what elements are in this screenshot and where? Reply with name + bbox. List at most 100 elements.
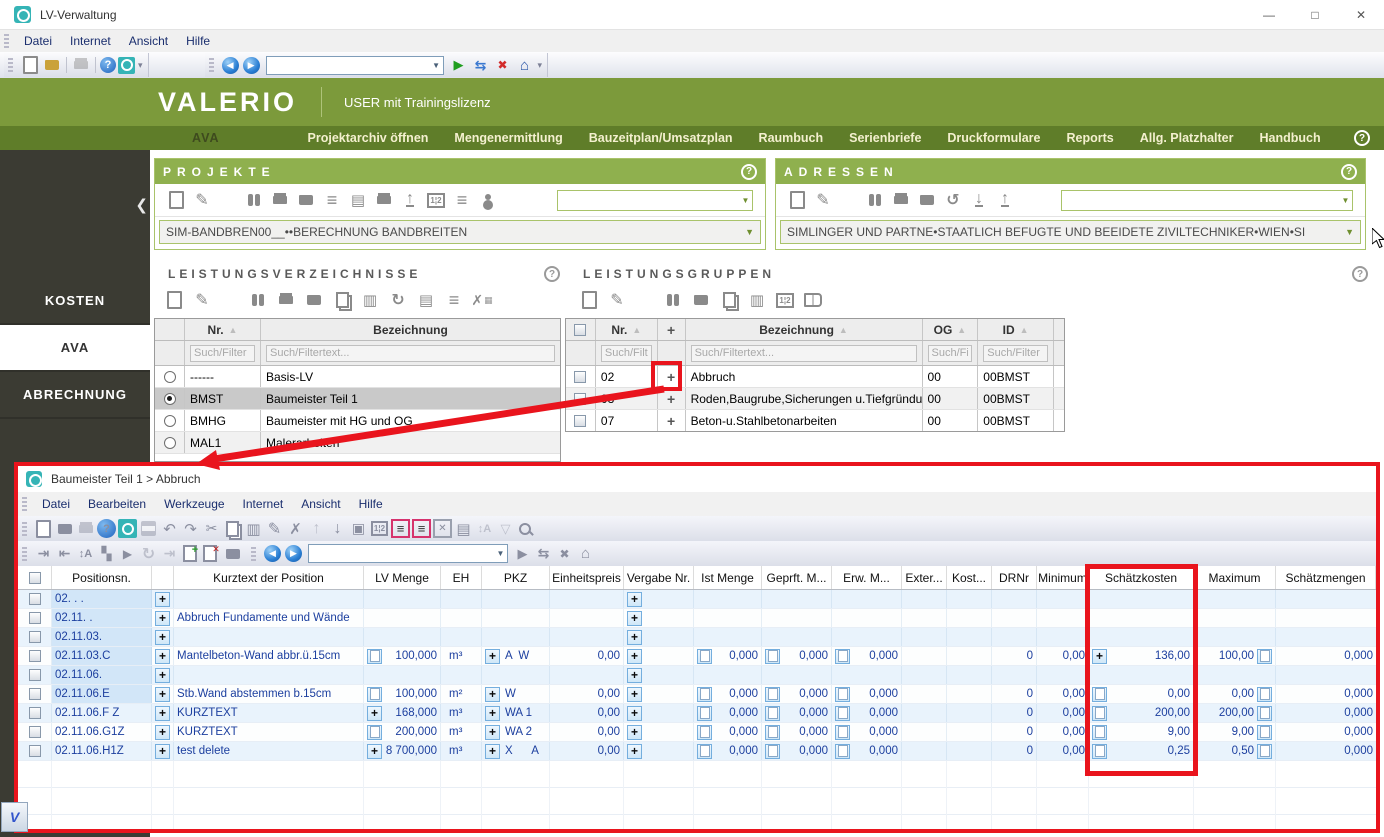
book-icon[interactable] [802,289,824,311]
vergabe-button[interactable] [627,648,642,664]
row-checkbox[interactable] [28,593,41,605]
expand-plus-button[interactable] [155,724,170,740]
row-checkbox[interactable] [28,612,41,624]
col-maximum[interactable]: Maximum [1194,566,1276,589]
back-icon[interactable]: ◀ [264,545,281,562]
lg-header-checkbox[interactable] [574,323,587,336]
col-ist-menge[interactable]: Ist Menge [694,566,762,589]
pkz-button[interactable] [485,743,500,759]
schaetzkosten-button[interactable] [1092,705,1107,721]
lv-radio[interactable] [163,436,176,449]
vergabe-button[interactable] [627,743,642,759]
nav-link[interactable]: Druckformulare [947,131,1040,145]
print-icon[interactable] [76,519,95,538]
pkz-button[interactable] [485,686,500,702]
sidebar-item[interactable]: KOSTEN [0,278,150,325]
delete-icon[interactable] [219,289,241,311]
menu-hilfe[interactable]: Hilfe [177,34,219,48]
lg-bezeichnung-filter-input[interactable] [690,344,917,362]
address-input[interactable] [266,57,430,73]
list-icon[interactable] [321,189,343,211]
row-checkbox[interactable] [28,726,41,738]
upload-icon[interactable] [994,189,1016,211]
col-schaetzmengen[interactable]: Schätzmengen [1276,566,1376,589]
nav-link[interactable]: Handbuch [1260,131,1321,145]
menu-internet[interactable]: Internet [61,34,120,48]
geprft-menge-button[interactable] [765,648,780,664]
copy-icon[interactable] [331,289,353,311]
toolbar-grip[interactable] [208,58,214,72]
pkz-button[interactable] [485,648,500,664]
row-checkbox[interactable] [28,688,41,700]
col-geprft-menge[interactable]: Geprft. M... [762,566,832,589]
jump-out-icon[interactable] [55,544,74,563]
col-einheitspreis[interactable]: Einheitspreis [550,566,624,589]
chevron-down-icon[interactable]: ▼ [494,545,507,562]
new-document-icon[interactable] [578,289,600,311]
edit-icon[interactable] [191,289,213,311]
overlay-address-combobox[interactable]: ▼ [308,544,508,563]
lg-row[interactable]: 02 + Abbruch 00 00BMST [566,366,1064,388]
lg-nr-filter-input[interactable] [600,344,652,362]
paste-icon[interactable] [746,289,768,311]
maximum-button[interactable] [1257,724,1272,740]
numbered-book-icon[interactable] [774,289,796,311]
geprft-menge-button[interactable] [765,705,780,721]
cut-icon[interactable] [202,519,221,538]
collapse-chevron-icon[interactable]: ❮ [135,196,148,214]
lg-expand-plus[interactable]: + [658,410,686,431]
new-document-icon[interactable] [34,519,53,538]
menubar-grip[interactable] [4,34,9,48]
header-checkbox[interactable] [28,571,41,584]
overlay-menu-item[interactable]: Bearbeiten [79,497,155,511]
nav-link[interactable]: Projektarchiv öffnen [308,131,429,145]
expand-plus-button[interactable] [155,629,170,645]
row-checkbox[interactable] [28,650,41,662]
adressen-filter-input[interactable] [1062,192,1339,208]
save-icon[interactable] [139,519,158,538]
expand-plus-button[interactable] [155,743,170,759]
help-circle-icon[interactable]: ? [1354,130,1370,146]
lv-radio[interactable] [163,370,176,383]
refresh-icon[interactable] [387,289,409,311]
vergabe-button[interactable] [627,686,642,702]
home-icon[interactable] [576,544,595,563]
overlay-menu-item[interactable]: Ansicht [292,497,349,511]
chevron-down-icon[interactable]: ▼ [1345,227,1354,237]
filter-icon[interactable] [496,519,515,538]
new-position-icon[interactable] [181,544,200,563]
copy-icon[interactable] [718,289,740,311]
lv-row[interactable]: BMST Baumeister Teil 1 [155,388,560,410]
expand-plus-button[interactable] [155,705,170,721]
open-folder-icon[interactable] [916,189,938,211]
close-button[interactable]: ✕ [1338,0,1384,29]
open-folder-icon[interactable] [690,289,712,311]
vergabe-button[interactable] [627,667,642,683]
geprft-menge-button[interactable] [765,743,780,759]
position-row[interactable]: 02.11.03.C Mantelbeton-Wand abbr.ü.15cm … [18,647,1376,666]
lv-menge-button[interactable] [367,705,382,721]
chevron-down-icon[interactable]: ▼ [430,57,443,74]
lv-menge-button[interactable] [367,686,382,702]
erw-menge-button[interactable] [835,705,850,721]
open-folder-icon[interactable] [55,519,74,538]
help-circle-icon[interactable]: ? [741,163,757,180]
overlay-menu-item[interactable]: Datei [33,497,79,511]
address-combobox[interactable]: ▼ [265,55,444,75]
lg-row-checkbox[interactable] [574,370,587,383]
row-checkbox[interactable] [28,707,41,719]
schaetzkosten-button[interactable] [1092,648,1107,664]
toolbar-grip[interactable] [22,546,27,561]
help-icon[interactable] [97,519,116,538]
ist-menge-button[interactable] [697,724,712,740]
position-row[interactable]: 02.11.06.G1Z KURZTEXT 200,000 m³ WA 2 0,… [18,723,1376,742]
col-drnr[interactable]: DRNr [992,566,1037,589]
download-icon[interactable] [968,189,990,211]
history-icon[interactable] [942,189,964,211]
next-door-icon[interactable] [160,544,179,563]
toolbar-overflow-icon[interactable]: ▾ [536,60,545,71]
chevron-down-icon[interactable]: ▼ [1339,191,1352,210]
print-icon[interactable] [890,189,912,211]
row-checkbox[interactable] [28,745,41,757]
chevron-down-icon[interactable]: ▼ [739,191,752,210]
